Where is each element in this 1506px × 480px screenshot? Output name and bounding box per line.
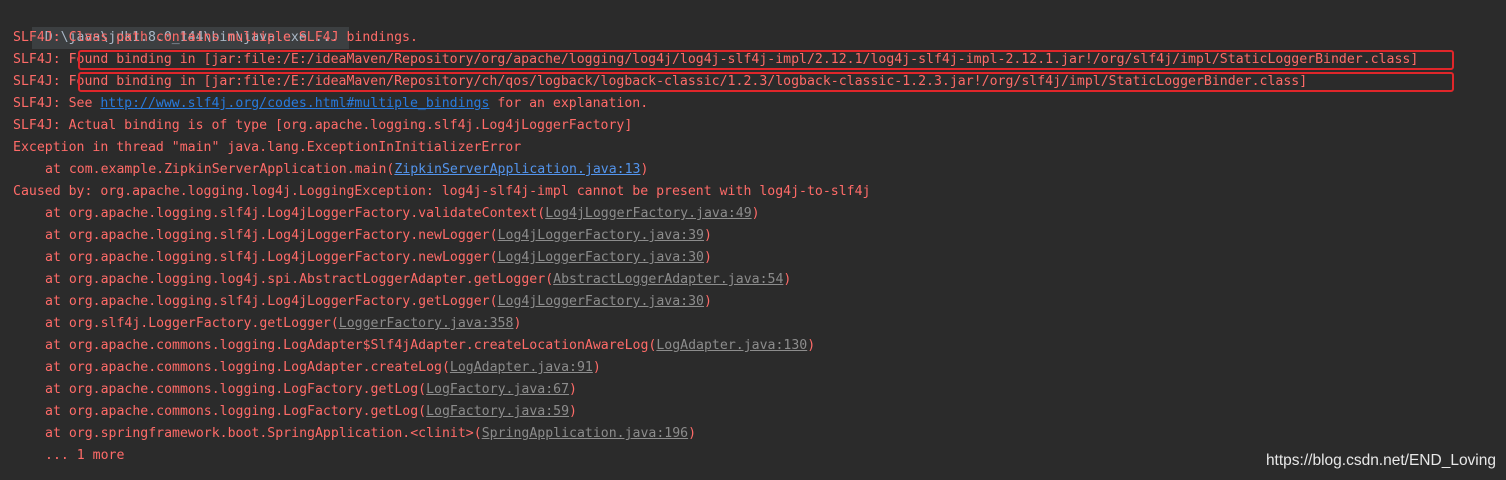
frame-method: at org.apache.commons.logging.LogAdapter…: [45, 360, 450, 375]
frame-method: at com.example.ZipkinServerApplication.m…: [45, 162, 395, 177]
log-prefix: SLF4J: See: [13, 96, 101, 111]
console-line: Caused by: org.apache.logging.log4j.Logg…: [13, 181, 1506, 203]
console-line: SLF4J: Class path contains multiple SLF4…: [13, 27, 1506, 49]
log-text: Exception in thread "main" java.lang.Exc…: [13, 140, 522, 155]
library-source-link[interactable]: Log4jLoggerFactory.java:39: [498, 228, 704, 243]
frame-method: at org.apache.commons.logging.LogAdapter…: [45, 338, 657, 353]
stack-frame: at org.apache.logging.slf4j.Log4jLoggerF…: [13, 225, 1506, 247]
frame-method: at org.slf4j.LoggerFactory.getLogger(: [45, 316, 339, 331]
red-highlight-box: [78, 50, 1454, 70]
console-line: SLF4J: See http://www.slf4j.org/codes.ht…: [13, 93, 1506, 115]
library-source-link[interactable]: LogFactory.java:67: [426, 382, 569, 397]
frame-close: ): [704, 294, 712, 309]
stack-frame: at org.apache.logging.slf4j.Log4jLoggerF…: [13, 291, 1506, 313]
run-console-output[interactable]: D:\java\jdk1.8.0_144\bin\java.exe ... SL…: [0, 0, 1506, 480]
frame-close: ): [751, 206, 760, 221]
log-text: SLF4J: Class path contains multiple SLF4…: [13, 30, 418, 45]
library-source-link[interactable]: SpringApplication.java:196: [482, 426, 688, 441]
frame-close: ): [569, 404, 577, 419]
log-text: SLF4J: Actual binding is of type [org.ap…: [13, 118, 633, 133]
log-suffix: for an explanation.: [489, 96, 649, 111]
log-prefix: SLF4J:: [13, 52, 69, 67]
stack-frame: at org.apache.commons.logging.LogFactory…: [13, 379, 1506, 401]
log-text: Caused by: org.apache.logging.log4j.Logg…: [13, 184, 871, 199]
stack-frame: at org.springframework.boot.SpringApplic…: [13, 423, 1506, 445]
stack-frame: at org.apache.commons.logging.LogAdapter…: [13, 335, 1506, 357]
console-line: Exception in thread "main" java.lang.Exc…: [13, 137, 1506, 159]
source-link[interactable]: ZipkinServerApplication.java:13: [394, 162, 640, 177]
more-frames-label: ... 1 more: [45, 448, 125, 463]
frame-close: ): [704, 250, 712, 265]
console-line-highlighted: SLF4J: Found binding in [jar:file:/E:/id…: [13, 49, 1506, 71]
frame-close: ): [640, 162, 649, 177]
library-source-link[interactable]: LogAdapter.java:130: [656, 338, 807, 353]
frame-method: at org.apache.commons.logging.LogFactory…: [45, 382, 427, 397]
frame-close: ): [513, 316, 522, 331]
log-prefix: SLF4J:: [13, 74, 69, 89]
frame-close: ): [592, 360, 601, 375]
library-source-link[interactable]: Log4jLoggerFactory.java:30: [498, 294, 704, 309]
stack-frame: at org.apache.logging.slf4j.Log4jLoggerF…: [13, 203, 1506, 225]
stack-frame: at org.apache.logging.slf4j.Log4jLoggerF…: [13, 247, 1506, 269]
stack-frame: at com.example.ZipkinServerApplication.m…: [13, 159, 1506, 181]
frame-close: ): [704, 228, 712, 243]
frame-close: ): [569, 382, 577, 397]
stack-frame: at org.apache.logging.log4j.spi.Abstract…: [13, 269, 1506, 291]
frame-method: at org.apache.logging.slf4j.Log4jLoggerF…: [45, 228, 498, 243]
library-source-link[interactable]: LogFactory.java:59: [426, 404, 569, 419]
stack-frame: at org.apache.commons.logging.LogAdapter…: [13, 357, 1506, 379]
frame-method: at org.apache.logging.log4j.spi.Abstract…: [45, 272, 554, 287]
frame-close: ): [807, 338, 816, 353]
red-highlight-box: [78, 72, 1454, 92]
library-source-link[interactable]: Log4jLoggerFactory.java:30: [498, 250, 704, 265]
library-source-link[interactable]: LogAdapter.java:91: [450, 360, 593, 375]
frame-method: at org.springframework.boot.SpringApplic…: [45, 426, 482, 441]
console-line-highlighted: SLF4J: Found binding in [jar:file:/E:/id…: [13, 71, 1506, 93]
frame-method: at org.apache.commons.logging.LogFactory…: [45, 404, 427, 419]
command-line: D:\java\jdk1.8.0_144\bin\java.exe ...: [13, 5, 1506, 49]
frame-method: at org.apache.logging.slf4j.Log4jLoggerF…: [45, 250, 498, 265]
frame-method: at org.apache.logging.slf4j.Log4jLoggerF…: [45, 206, 546, 221]
library-source-link[interactable]: Log4jLoggerFactory.java:49: [545, 206, 751, 221]
frame-close: ): [783, 272, 792, 287]
library-source-link[interactable]: LoggerFactory.java:358: [339, 316, 514, 331]
library-source-link[interactable]: AbstractLoggerAdapter.java:54: [553, 272, 783, 287]
stack-frame: at org.slf4j.LoggerFactory.getLogger(Log…: [13, 313, 1506, 335]
frame-close: ): [688, 426, 697, 441]
stack-frame: at org.apache.commons.logging.LogFactory…: [13, 401, 1506, 423]
slf4j-docs-link[interactable]: http://www.slf4j.org/codes.html#multiple…: [100, 96, 489, 111]
blog-watermark: https://blog.csdn.net/END_Loving: [1265, 452, 1496, 469]
console-line: SLF4J: Actual binding is of type [org.ap…: [13, 115, 1506, 137]
frame-method: at org.apache.logging.slf4j.Log4jLoggerF…: [45, 294, 498, 309]
